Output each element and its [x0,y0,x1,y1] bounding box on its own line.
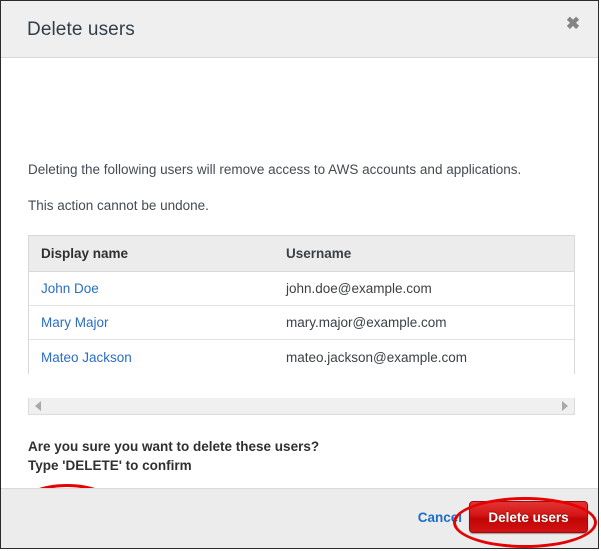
intro-text-secondary: This action cannot be undone. [28,198,209,213]
table-row: John Doe john.doe@example.com [29,272,574,306]
users-table: Display name Username John Doe john.doe@… [28,235,575,374]
table-row: Mary Major mary.major@example.com [29,306,574,340]
column-header-display-name: Display name [29,246,284,261]
triangle-left-icon[interactable] [35,401,41,411]
cell-display-name: Mateo Jackson [29,350,284,365]
cell-username: john.doe@example.com [284,281,574,296]
confirm-instruction: Type 'DELETE' to confirm [28,458,192,473]
table-header-row: Display name Username [29,236,574,272]
confirm-question: Are you sure you want to delete these us… [28,439,319,454]
column-header-username: Username [284,246,574,261]
intro-text-primary: Deleting the following users will remove… [28,162,521,177]
cell-display-name: Mary Major [29,315,284,330]
triangle-right-icon[interactable] [562,401,568,411]
dialog-body: Deleting the following users will remove… [1,58,598,489]
user-link[interactable]: Mary Major [41,315,109,330]
user-link[interactable]: Mateo Jackson [41,350,132,365]
cell-username: mateo.jackson@example.com [284,350,574,365]
cell-display-name: John Doe [29,281,284,296]
close-icon[interactable]: ✖ [562,13,584,35]
dialog-footer: Cancel Delete users [1,488,599,548]
table-row: Mateo Jackson mateo.jackson@example.com [29,340,574,374]
dialog-header: Delete users ✖ [1,1,598,58]
dialog-title: Delete users [27,19,135,41]
user-link[interactable]: John Doe [41,281,99,296]
table-horizontal-scrollbar[interactable] [28,398,575,415]
cancel-button[interactable]: Cancel [418,510,462,525]
cell-username: mary.major@example.com [284,315,574,330]
delete-users-dialog: Delete users ✖ Deleting the following us… [0,0,599,549]
delete-users-button[interactable]: Delete users [469,501,588,533]
